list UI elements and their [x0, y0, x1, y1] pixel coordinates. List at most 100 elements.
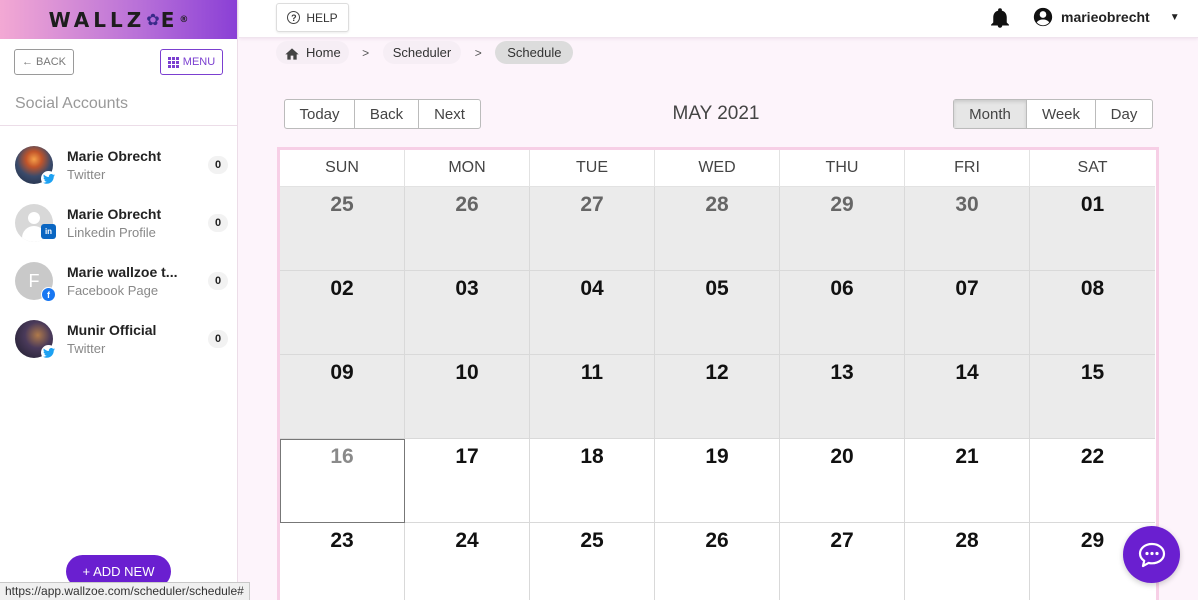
calendar-day[interactable]: 09: [280, 355, 405, 439]
calendar-day[interactable]: 02: [280, 271, 405, 355]
calendar-month-title: MAY 2021: [672, 103, 760, 124]
wallzoe-logo[interactable]: WALLZ ✿ E ®: [49, 8, 189, 32]
week-view-button[interactable]: Week: [1027, 100, 1096, 128]
calendar-week: 25 26 27 28 29 30 01: [280, 187, 1156, 271]
calendar-day[interactable]: 10: [405, 355, 530, 439]
calendar-day[interactable]: 06: [780, 271, 905, 355]
calendar-day[interactable]: 05: [655, 271, 780, 355]
breadcrumb: Home > Scheduler > Schedule: [276, 41, 574, 64]
account-item[interactable]: in Marie Obrecht Linkedin Profile 0: [0, 194, 237, 252]
weekday-label: TUE: [530, 150, 655, 187]
calendar-day[interactable]: 18: [530, 439, 655, 523]
back-nav-button[interactable]: Back: [355, 100, 419, 128]
post-count-badge: 0: [208, 330, 228, 348]
calendar-week: 23 24 25 26 27 28 29: [280, 523, 1156, 600]
account-circle-icon: [1033, 7, 1053, 27]
bell-icon[interactable]: [991, 8, 1009, 33]
account-name: Marie Obrecht: [67, 206, 162, 222]
calendar-day[interactable]: 24: [405, 523, 530, 600]
calendar-day[interactable]: 11: [530, 355, 655, 439]
top-bar: ? HELP marieobrecht ▼: [239, 0, 1198, 38]
account-type: Linkedin Profile: [67, 225, 156, 240]
calendar-day[interactable]: 13: [780, 355, 905, 439]
calendar-day[interactable]: 03: [405, 271, 530, 355]
month-calendar: SUN MON TUE WED THU FRI SAT 25 26 27 28 …: [277, 147, 1159, 600]
calendar-day[interactable]: 01: [1030, 187, 1155, 271]
user-menu[interactable]: marieobrecht ▼: [1033, 7, 1180, 27]
calendar-day[interactable]: 22: [1030, 439, 1155, 523]
next-button[interactable]: Next: [419, 100, 480, 128]
help-icon: ?: [287, 11, 301, 24]
calendar-view-group: Month Week Day: [953, 99, 1153, 129]
calendar-day[interactable]: 19: [655, 439, 780, 523]
month-view-button[interactable]: Month: [954, 100, 1027, 128]
calendar-day[interactable]: 27: [780, 523, 905, 600]
calendar-day[interactable]: 04: [530, 271, 655, 355]
weekday-header: SUN MON TUE WED THU FRI SAT: [280, 150, 1156, 187]
calendar-nav-group: Today Back Next: [284, 99, 481, 129]
twitter-icon: [41, 171, 56, 186]
weekday-label: FRI: [905, 150, 1030, 187]
calendar-day[interactable]: 17: [405, 439, 530, 523]
avatar: [15, 320, 56, 360]
twitter-icon: [41, 345, 56, 360]
back-button[interactable]: ← BACK: [14, 49, 74, 75]
calendar-day-today[interactable]: 16: [280, 439, 405, 523]
breadcrumb-scheduler[interactable]: Scheduler: [382, 41, 462, 64]
calendar-day[interactable]: 07: [905, 271, 1030, 355]
flower-icon: ✿: [146, 10, 160, 29]
calendar-day[interactable]: 08: [1030, 271, 1155, 355]
arrow-left-icon: ←: [22, 56, 34, 68]
weekday-label: SAT: [1030, 150, 1155, 187]
calendar-day[interactable]: 30: [905, 187, 1030, 271]
calendar-day[interactable]: 20: [780, 439, 905, 523]
calendar-day[interactable]: 26: [405, 187, 530, 271]
calendar-day[interactable]: 21: [905, 439, 1030, 523]
calendar-day[interactable]: 29: [780, 187, 905, 271]
breadcrumb-home[interactable]: Home: [276, 41, 349, 64]
calendar-week: 09 10 11 12 13 14 15: [280, 355, 1156, 439]
chat-button[interactable]: [1123, 526, 1180, 583]
calendar-day[interactable]: 23: [280, 523, 405, 600]
weekday-label: MON: [405, 150, 530, 187]
plus-icon: +: [82, 564, 91, 579]
sidebar: WALLZ ✿ E ® ← BACK MENU Social Accounts Mar…: [0, 0, 238, 600]
account-name: Marie Obrecht: [67, 148, 162, 164]
avatar: [15, 146, 56, 186]
facebook-icon: f: [41, 287, 56, 302]
calendar-day[interactable]: 26: [655, 523, 780, 600]
account-type: Twitter: [67, 341, 106, 356]
menu-button[interactable]: MENU: [160, 49, 223, 75]
day-view-button[interactable]: Day: [1096, 100, 1152, 128]
social-accounts-title: Social Accounts: [0, 75, 237, 126]
post-count-badge: 0: [208, 272, 228, 290]
status-bar-url: https://app.wallzoe.com/scheduler/schedu…: [0, 582, 250, 600]
calendar-week: 02 03 04 05 06 07 08: [280, 271, 1156, 355]
calendar-day[interactable]: 28: [655, 187, 780, 271]
calendar-day[interactable]: 12: [655, 355, 780, 439]
account-item[interactable]: Marie Obrecht Twitter 0: [0, 136, 237, 194]
calendar-day[interactable]: 14: [905, 355, 1030, 439]
linkedin-icon: in: [41, 224, 56, 239]
today-button[interactable]: Today: [285, 100, 355, 128]
avatar: F f: [15, 262, 56, 302]
account-type: Twitter: [67, 167, 106, 182]
breadcrumb-schedule[interactable]: Schedule: [495, 41, 574, 64]
post-count-badge: 0: [208, 156, 228, 174]
calendar-day[interactable]: 25: [280, 187, 405, 271]
calendar-day[interactable]: 27: [530, 187, 655, 271]
calendar-day[interactable]: 28: [905, 523, 1030, 600]
account-name: Marie wallzoe t...: [67, 264, 178, 280]
account-item[interactable]: F f Marie wallzoe t... Facebook Page 0: [0, 252, 237, 310]
help-button[interactable]: ? HELP: [276, 3, 349, 32]
chevron-right-icon: >: [362, 45, 370, 60]
chevron-right-icon: >: [474, 45, 482, 60]
weekday-label: THU: [780, 150, 905, 187]
calendar-day[interactable]: 25: [530, 523, 655, 600]
username: marieobrecht: [1061, 9, 1150, 25]
weekday-label: SUN: [280, 150, 405, 187]
weekday-label: WED: [655, 150, 780, 187]
calendar-day[interactable]: 15: [1030, 355, 1155, 439]
account-item[interactable]: Munir Official Twitter 0: [0, 310, 237, 368]
grid-icon: [167, 56, 179, 68]
